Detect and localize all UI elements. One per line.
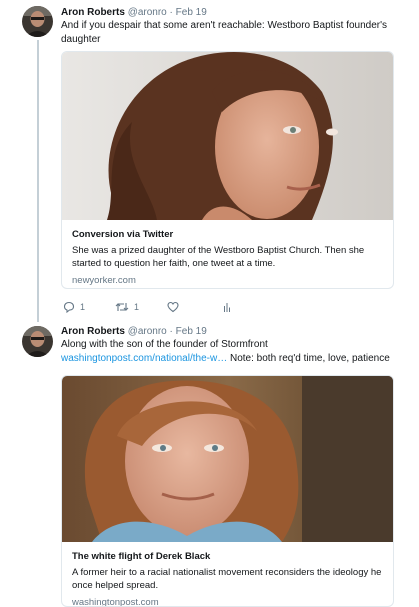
card-description: She was a prized daughter of the Westbor… xyxy=(72,245,365,269)
retweet-count: 1 xyxy=(134,302,140,312)
separator: · xyxy=(169,326,173,337)
reply-icon xyxy=(63,301,75,313)
card-description: A former heir to a racial nationalist mo… xyxy=(72,567,382,591)
tweet[interactable]: Aron Roberts @aronro · Feb 19 And if you… xyxy=(0,0,419,322)
tweet-text-before-link: Along with the son of the founder of Sto… xyxy=(61,339,268,350)
retweet-icon xyxy=(115,303,129,311)
tweet-text: Along with the son of the founder of Sto… xyxy=(61,338,394,366)
tweet-date[interactable]: Feb 19 xyxy=(176,7,207,18)
analytics-button[interactable] xyxy=(221,299,233,315)
avatar[interactable] xyxy=(22,326,53,357)
tweet-actions: 1 1 xyxy=(61,299,261,315)
tweet-header: Aron Roberts @aronro · Feb 19 xyxy=(61,6,394,19)
author-name[interactable]: Aron Roberts xyxy=(61,326,125,337)
tweet-date[interactable]: Feb 19 xyxy=(176,326,207,337)
tweet[interactable]: Aron Roberts @aronro · Feb 19 Along with… xyxy=(0,322,419,607)
card-domain[interactable]: washingtonpost.com xyxy=(72,596,383,606)
card-image[interactable] xyxy=(62,52,393,220)
reply-count: 1 xyxy=(80,302,86,312)
author-handle[interactable]: @aronro xyxy=(128,7,167,18)
tweet-header: Aron Roberts @aronro · Feb 19 xyxy=(61,325,394,338)
card-image[interactable] xyxy=(62,376,393,542)
tweet-text-after-link: Note: both req'd time, love, patience xyxy=(227,353,390,364)
author-name[interactable]: Aron Roberts xyxy=(61,7,125,18)
card-domain[interactable]: newyorker.com xyxy=(72,274,383,287)
reply-button[interactable]: 1 xyxy=(63,299,85,315)
like-button[interactable] xyxy=(167,299,179,315)
separator: · xyxy=(169,7,173,18)
heart-icon xyxy=(167,301,179,313)
link-card[interactable]: The white flight of Derek Black A former… xyxy=(61,375,394,607)
link-card[interactable]: Conversion via Twitter She was a prized … xyxy=(61,51,394,289)
analytics-icon xyxy=(224,303,230,312)
author-handle[interactable]: @aronro xyxy=(128,326,167,337)
avatar[interactable] xyxy=(22,6,53,37)
tweet-text: And if you despair that some aren't reac… xyxy=(61,20,388,45)
card-title[interactable]: The white flight of Derek Black xyxy=(72,550,383,563)
card-title[interactable]: Conversion via Twitter xyxy=(72,228,383,241)
retweet-button[interactable]: 1 xyxy=(115,299,139,315)
tweet-link[interactable]: washingtonpost.com/national/the-w… xyxy=(61,353,227,364)
